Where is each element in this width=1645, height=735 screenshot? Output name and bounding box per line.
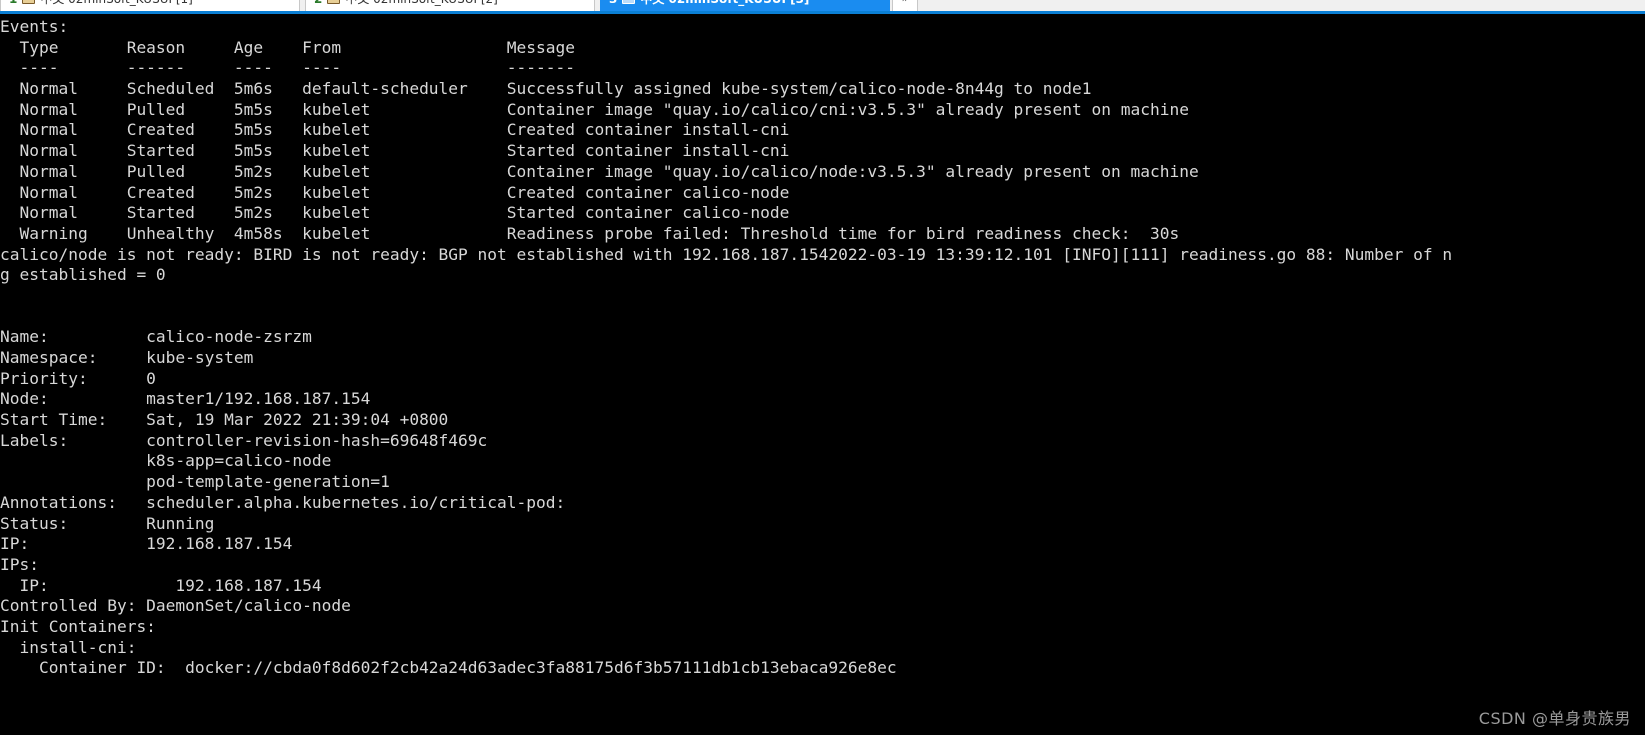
terminal-tab-bar: 1 中文 02minSoft_KUSUI [1] 2 中文 02minSoft_… <box>0 0 1645 14</box>
terminal-line-7: Normal Pulled 5m2s kubelet Container ima… <box>0 161 1199 181</box>
terminal-line-28: Controlled By: DaemonSet/calico-node <box>0 596 351 616</box>
terminal-line-30: install-cni: <box>0 637 137 657</box>
csdn-watermark: CSDN @单身贵族男 <box>1478 709 1631 728</box>
terminal-line-14 <box>0 307 1645 328</box>
terminal-icon <box>622 0 636 4</box>
terminal-line-25: IP: 192.168.187.154 <box>0 534 293 554</box>
terminal-icon <box>327 0 341 4</box>
tab-title: 中文 02minSoft_KUSUI [3] <box>640 0 809 7</box>
terminal-tab-3-active[interactable]: 3 中文 02minSoft_KUSUI [3] <box>600 0 890 11</box>
terminal-line-13 <box>0 286 1645 307</box>
terminal-line-5: Normal Created 5m5s kubelet Created cont… <box>0 120 790 140</box>
terminal-line-6: Normal Started 5m5s kubelet Started cont… <box>0 141 790 161</box>
terminal-line-2: ---- ------ ---- ---- ------- <box>0 58 575 78</box>
terminal-line-11: calico/node is not ready: BIRD is not re… <box>0 244 1453 264</box>
terminal-tab-2[interactable]: 2 中文 02minSoft_KUSUI [2] <box>305 0 595 11</box>
terminal-line-10: Warning Unhealthy 4m58s kubelet Readines… <box>0 223 1180 243</box>
terminal-line-22: pod-template-generation=1 <box>0 472 390 492</box>
tab-title: 中文 02minSoft_KUSUI [2] <box>345 0 497 7</box>
terminal-line-19: Start Time: Sat, 19 Mar 2022 21:39:04 +0… <box>0 410 449 430</box>
terminal-line-27: IP: 192.168.187.154 <box>0 575 322 595</box>
terminal-line-20: Labels: controller-revision-hash=69648f4… <box>0 430 488 450</box>
tab-index-label: 3 <box>609 0 617 6</box>
terminal-line-17: Priority: 0 <box>0 368 156 388</box>
terminal-icon <box>22 0 36 4</box>
tab-overflow-button[interactable]: » <box>892 0 918 11</box>
terminal-line-23: Annotations: scheduler.alpha.kubernetes.… <box>0 492 566 512</box>
terminal-output[interactable]: Events: Type Reason Age From Message ---… <box>0 17 1645 735</box>
terminal-line-15: Name: calico-node-zsrzm <box>0 327 312 347</box>
terminal-line-1: Type Reason Age From Message <box>0 37 575 57</box>
tab-title: 中文 02minSoft_KUSUI [1] <box>40 0 192 7</box>
tab-index-label: 2 <box>314 0 322 6</box>
terminal-line-18: Node: master1/192.168.187.154 <box>0 389 371 409</box>
terminal-line-8: Normal Created 5m2s kubelet Created cont… <box>0 182 790 202</box>
terminal-line-4: Normal Pulled 5m5s kubelet Container ima… <box>0 99 1189 119</box>
terminal-line-3: Normal Scheduled 5m6s default-scheduler … <box>0 79 1092 99</box>
terminal-line-29: Init Containers: <box>0 616 156 636</box>
terminal-line-31: Container ID: docker://cbda0f8d602f2cb42… <box>0 658 897 678</box>
terminal-line-0: Events: <box>0 17 69 36</box>
terminal-line-26: IPs: <box>0 554 147 574</box>
terminal-line-12: g established = 0 <box>0 265 166 285</box>
terminal-tab-1[interactable]: 1 中文 02minSoft_KUSUI [1] <box>0 0 300 11</box>
terminal-line-24: Status: Running <box>0 513 215 533</box>
tab-index-label: 1 <box>9 0 17 6</box>
terminal-line-21: k8s-app=calico-node <box>0 451 332 471</box>
terminal-line-9: Normal Started 5m2s kubelet Started cont… <box>0 203 790 223</box>
terminal-line-16: Namespace: kube-system <box>0 348 254 367</box>
